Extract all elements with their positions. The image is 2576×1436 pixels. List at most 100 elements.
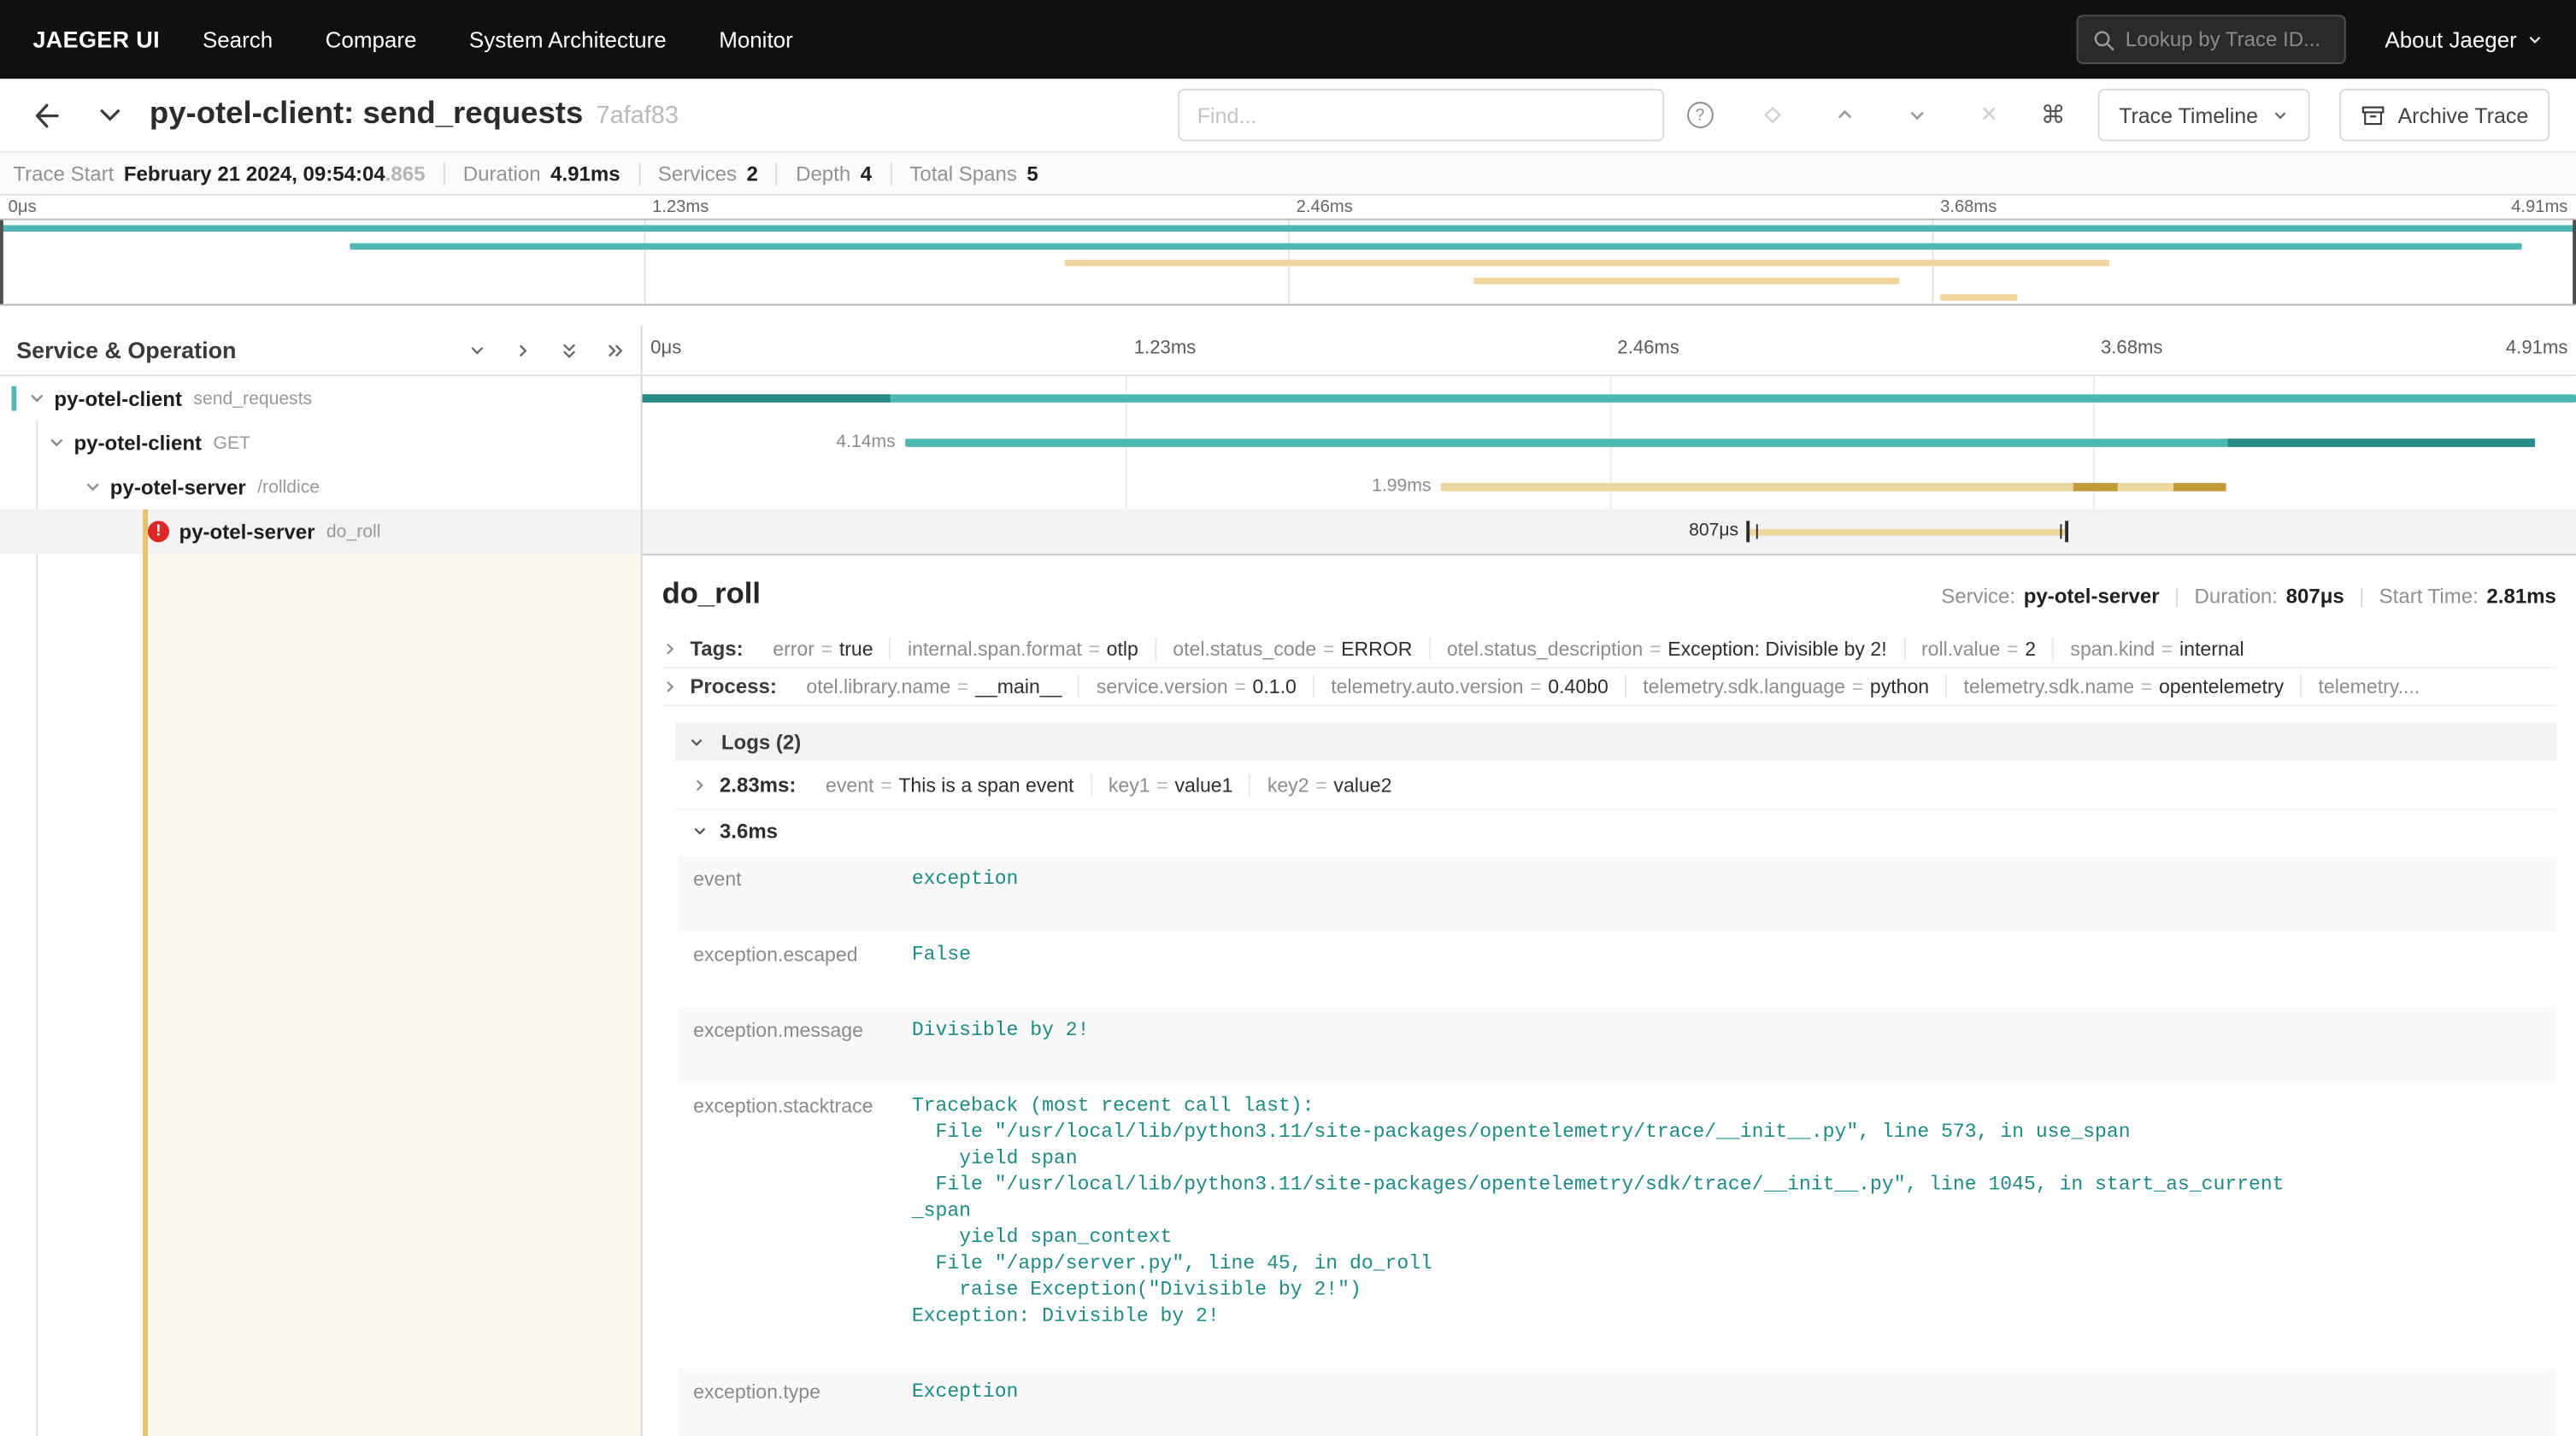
timeline-tick: 0μs [650,338,681,358]
tree-row[interactable]: py-otel-server/rolldice [0,465,641,509]
nav-item-search[interactable]: Search [176,0,299,79]
app-logo[interactable]: JAEGER UI [32,26,160,53]
log-entry-expanded[interactable]: 3.6ms [675,810,2556,853]
equals-sign: = [1089,638,1100,661]
tag-item: span.kind=internal [2054,638,2261,661]
log-field-item: key2=value2 [1251,773,1409,796]
collapse-all-icon[interactable] [560,341,578,359]
nav-item-system-architecture[interactable]: System Architecture [443,0,692,79]
span-detail-header: do_roll Service:py-otel-server|Duration:… [662,560,2556,631]
span-bar-row[interactable]: 1.99ms [643,465,2576,509]
prev-result-icon[interactable] [1808,105,1881,125]
minimap-drag-handle[interactable] [2573,221,2576,304]
trace-id: 7afaf83 [597,102,679,130]
span-bar-row[interactable]: 807μs [643,509,2576,554]
minimap-canvas[interactable] [0,219,2576,306]
next-result-icon[interactable] [1880,105,1953,125]
minimap-drag-handle[interactable] [0,221,3,304]
expand-one-icon[interactable] [515,341,532,359]
keyboard-shortcuts-icon[interactable]: ⌘ [2026,100,2081,130]
equals-sign: = [1156,773,1167,796]
about-jaeger-menu[interactable]: About Jaeger [2385,27,2543,52]
kv-table-row: exception.typeException [679,1368,2556,1436]
back-button[interactable] [32,101,61,129]
summary-value: 2 [747,162,758,185]
kv-key-label: telemetry.sdk.language [1643,675,1845,698]
collapse-one-icon[interactable] [468,341,486,359]
summary-item: Total Spans5 [890,162,1056,185]
collapse-trace-header-icon[interactable] [97,102,123,128]
about-jaeger-label: About Jaeger [2385,27,2516,52]
help-icon[interactable]: ? [1664,102,1737,128]
kv-value-label: true [839,638,873,661]
span-bar [643,394,2576,403]
nav-item-monitor[interactable]: Monitor [692,0,819,79]
span-names-column: Service & Operation py-otel-c [0,326,643,1436]
kv-key-label: key1 [1109,773,1150,796]
minimap-span-bar [350,243,2522,250]
equals-sign: = [1315,773,1326,796]
kv-key: exception.stacktrace [679,1083,912,1368]
minimap-ticks: 0μs1.23ms2.46ms3.68ms4.91ms [0,196,2576,219]
chevron-down-icon [691,823,708,839]
process-label: Process: [690,675,777,698]
span-bar-row[interactable] [643,376,2576,421]
detail-meta-label: Service: [1941,585,2015,608]
logs-accordion[interactable]: Logs (2) [675,723,2556,761]
tree-row[interactable]: !py-otel-serverdo_roll [0,509,641,554]
detail-meta: Service:py-otel-server|Duration:807μs|St… [1941,585,2556,608]
kv-value: Traceback (most recent call last): File … [912,1083,2556,1368]
archive-trace-button[interactable]: Archive Trace [2338,89,2550,142]
span-bar-segment [2228,438,2536,447]
trace-view-selector[interactable]: Trace Timeline [2097,89,2309,142]
log-kv-table: eventexceptionexception.escapedFalseexce… [679,856,2556,1436]
span-duration-label: 1.99ms [1372,465,1441,509]
log-entry-collapsed[interactable]: 2.83ms: event=This is a span eventkey1=v… [675,761,2556,810]
equals-sign: = [1323,638,1334,661]
span-names-header: Service & Operation [0,326,641,377]
timeline-tick: 1.23ms [1134,338,1197,358]
kv-value-label: value2 [1333,773,1391,796]
tree-row[interactable]: py-otel-clientGET [0,421,641,465]
kv-value: exception [912,856,2556,931]
chevron-down-icon[interactable] [48,433,66,451]
expand-all-icon[interactable] [606,341,624,359]
chevron-down-icon[interactable] [84,478,102,496]
log-timestamp-2: 3.6ms [720,820,778,843]
nav-menu: SearchCompareSystem ArchitectureMonitor [176,0,819,79]
span-bar-segment [2173,483,2226,491]
find-input[interactable] [1178,89,1664,142]
summary-label: Services [658,162,737,185]
clear-find-icon[interactable]: ✕ [1953,102,2026,128]
span-bar-row[interactable]: 4.14ms [643,421,2576,465]
top-navbar: JAEGER UI SearchCompareSystem Architectu… [0,0,2576,79]
diamond-icon[interactable] [1736,105,1808,125]
column-resizer[interactable] [638,326,644,1436]
equals-sign: = [2141,675,2152,698]
tags-accordion[interactable]: Tags: error=trueinternal.span.format=otl… [662,631,2556,668]
chevron-down-icon [688,733,704,750]
kv-value-label: internal [2179,638,2244,661]
process-item: service.version=0.1.0 [1080,675,1314,698]
timeline-tick: 2.46ms [1617,338,1679,358]
nav-item-compare[interactable]: Compare [299,0,443,79]
equals-sign: = [1234,675,1245,698]
summary-label: Trace Start [13,162,114,185]
trace-id-search[interactable] [2076,15,2345,64]
summary-label: Total Spans [909,162,1017,185]
chevron-down-icon[interactable] [28,390,46,408]
tree-row[interactable]: py-otel-clientsend_requests [0,376,641,421]
trace-id-search-input[interactable] [2126,28,2329,51]
kv-key-label: error [773,638,815,661]
span-bar [1749,528,2067,535]
summary-item: Duration4.91ms [444,162,638,185]
timeline-tick: 2.46ms [1297,197,1353,217]
trace-title-text: py-otel-client: send_requests [150,97,583,132]
process-accordion[interactable]: Process: otel.library.name=__main__servi… [662,668,2556,706]
minimap-span-bar [1940,294,2017,301]
kv-key-label: roll.value [1921,638,2000,661]
expanded-span-shade [148,554,641,1436]
span-rows: 4.14ms1.99ms807μs [643,376,2576,554]
kv-value-label: value1 [1174,773,1232,796]
summary-bar: Trace StartFebruary 21 2024, 09:54:04.86… [0,151,2576,196]
